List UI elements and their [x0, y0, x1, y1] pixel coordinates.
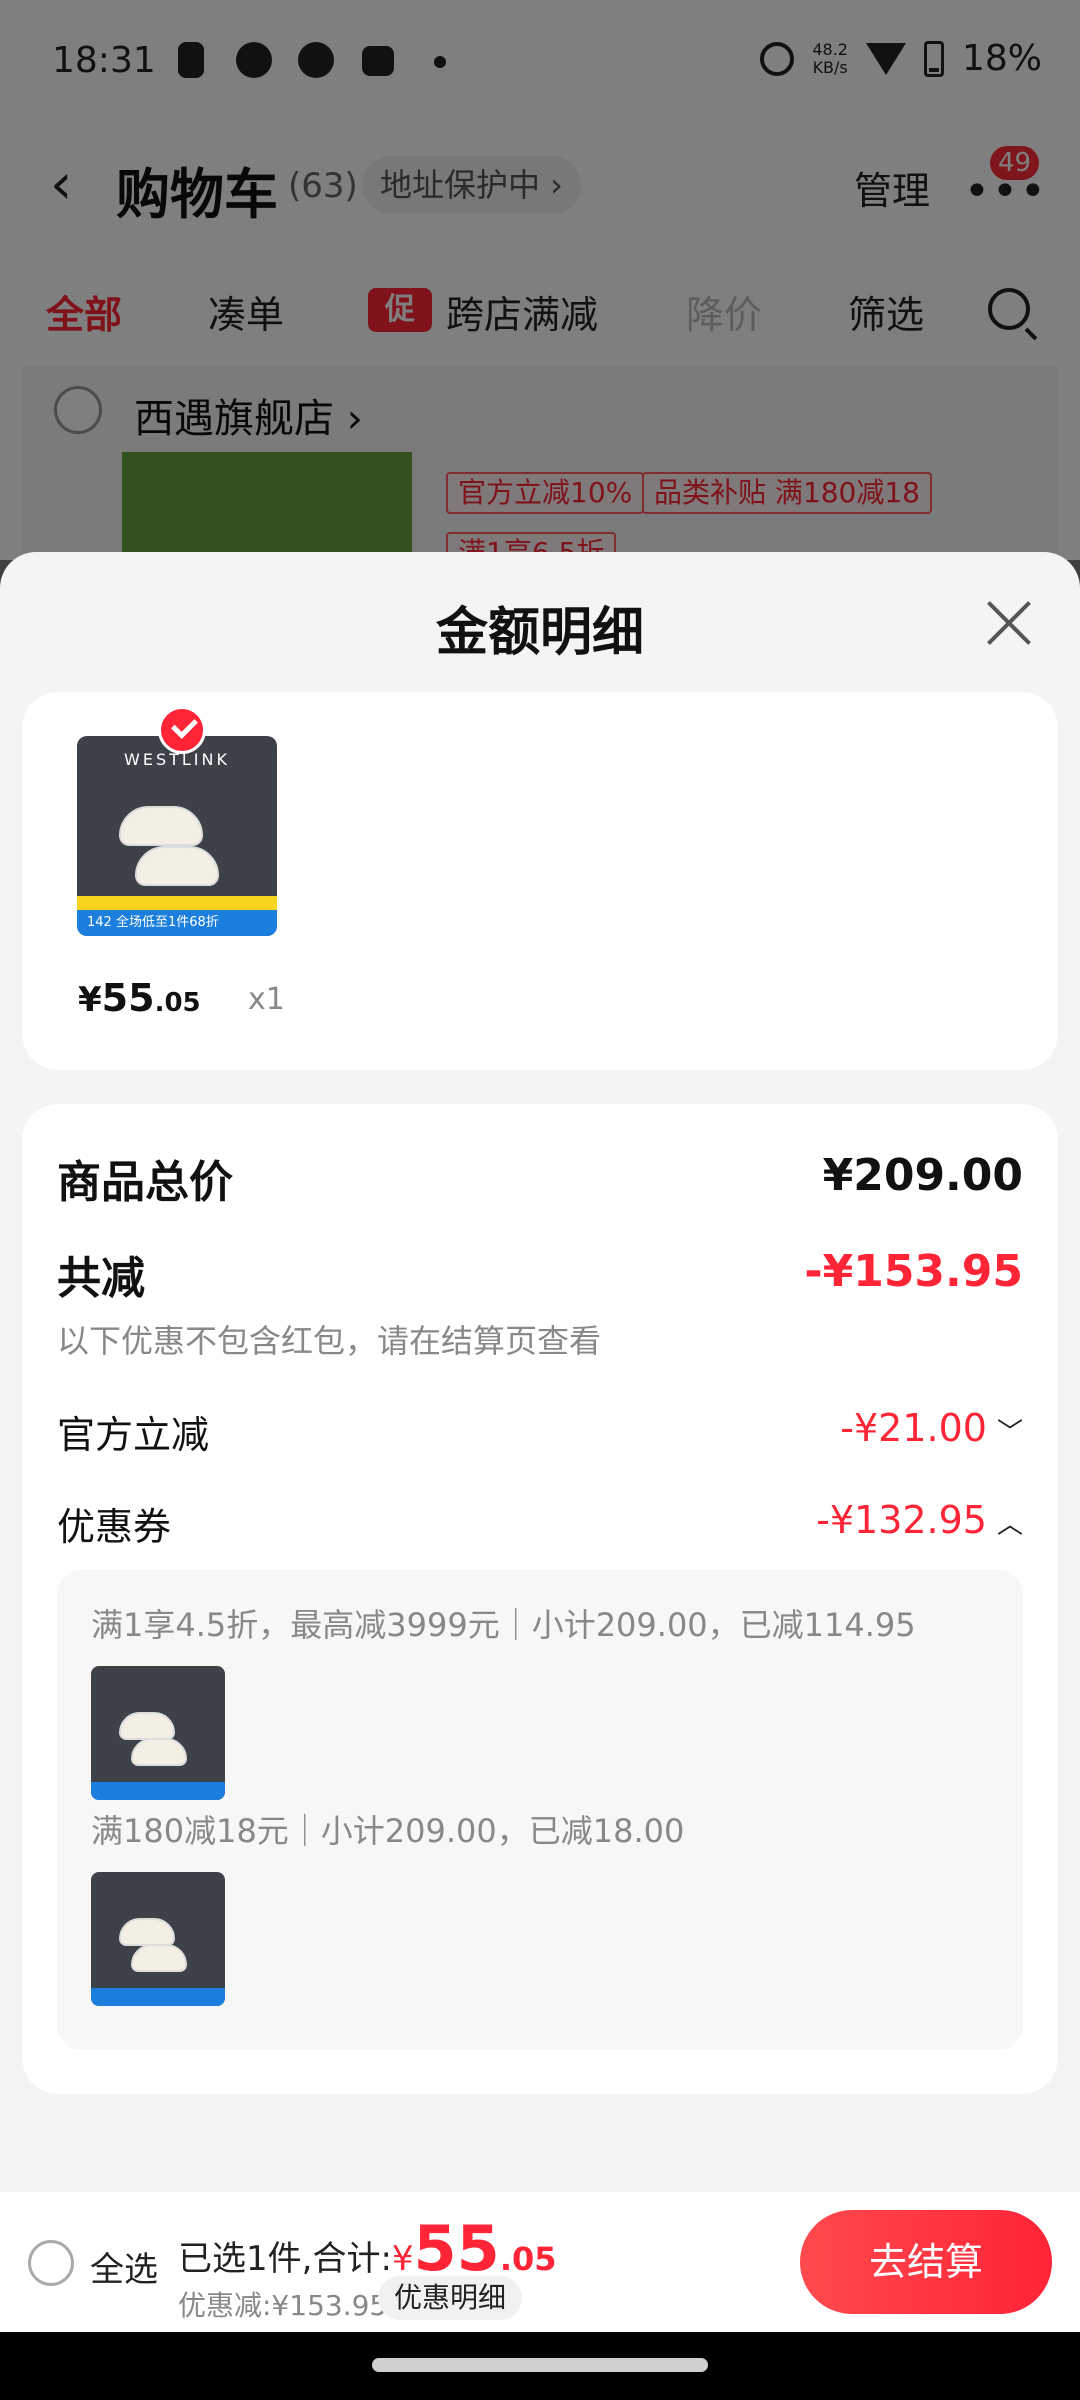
shoe-graphic: [131, 1738, 187, 1766]
coupon-value: -¥132.95: [816, 1498, 987, 1542]
coupon-label: 优惠券: [57, 1505, 172, 1549]
item-quantity: x1: [248, 982, 285, 1017]
coupon-rule: 满1享4.5折，最高减3999元｜小计209.00，已减114.95: [91, 1606, 916, 1644]
check-icon: [158, 706, 206, 754]
coupon-rule: 满180减18元｜小计209.00，已减18.00: [91, 1812, 685, 1850]
image-caption: [91, 1988, 225, 2006]
official-discount-label: 官方立减: [57, 1413, 210, 1457]
shoe-graphic: [119, 1712, 175, 1740]
product-image[interactable]: WESTLINK 142 全场低至1件68折: [77, 736, 277, 936]
select-all-radio[interactable]: [28, 2240, 74, 2286]
price-breakdown-card: 商品总价 ¥209.00 共减 -¥153.95 以下优惠不包含红包，请在结算页…: [22, 1104, 1058, 2094]
system-nav-bar: [0, 2332, 1080, 2400]
total-label: 商品总价: [57, 1157, 233, 1208]
chevron-down-icon: ﹀: [996, 1418, 1023, 1448]
official-discount-row[interactable]: -¥21.00 ﹀: [840, 1406, 1023, 1450]
coupon-product-image: [91, 1872, 225, 2006]
image-caption: [91, 1782, 225, 1800]
shoe-graphic: [119, 806, 203, 846]
total-summary: 已选1件,合计:¥55.05: [178, 2212, 557, 2285]
discount-summary: 优惠减:¥153.95: [178, 2289, 388, 2322]
shoe-graphic: [119, 1918, 175, 1946]
image-caption: 142 全场低至1件68折: [77, 910, 277, 936]
coupon-product-image: [91, 1666, 225, 1800]
shoe-graphic: [131, 1944, 187, 1972]
amount-detail-sheet: 金额明细 WESTLINK 142 全场低至1件68折 ¥55.05 x1 商品…: [0, 552, 1080, 2192]
home-handle[interactable]: [372, 2358, 708, 2372]
coupon-row[interactable]: -¥132.95 ︿: [816, 1498, 1023, 1542]
discount-detail-button[interactable]: 优惠明细: [378, 2276, 523, 2320]
official-discount-value: -¥21.00: [840, 1406, 987, 1450]
shoe-graphic: [135, 846, 219, 886]
select-all-label[interactable]: 全选: [90, 2242, 158, 2291]
discount-value: -¥153.95: [804, 1246, 1023, 1297]
total-value: ¥209.00: [822, 1150, 1023, 1201]
image-strip: [77, 896, 277, 910]
chevron-up-icon: ︿: [996, 1510, 1023, 1540]
checkout-button[interactable]: 去结算: [800, 2210, 1052, 2314]
item-price: ¥55.05: [78, 976, 201, 1020]
close-icon[interactable]: [984, 598, 1034, 648]
discount-note: 以下优惠不包含红包，请在结算页查看: [57, 1322, 602, 1360]
discount-label: 共减: [57, 1253, 145, 1304]
selected-items-card: WESTLINK 142 全场低至1件68折 ¥55.05 x1: [22, 692, 1058, 1070]
coupon-detail-box: 满1享4.5折，最高减3999元｜小计209.00，已减114.95 满180减…: [57, 1570, 1023, 2050]
sheet-title: 金额明细: [435, 603, 644, 663]
checkout-bar: 全选 已选1件,合计:¥55.05 优惠减:¥153.95 优惠明细 去结算: [0, 2192, 1080, 2332]
